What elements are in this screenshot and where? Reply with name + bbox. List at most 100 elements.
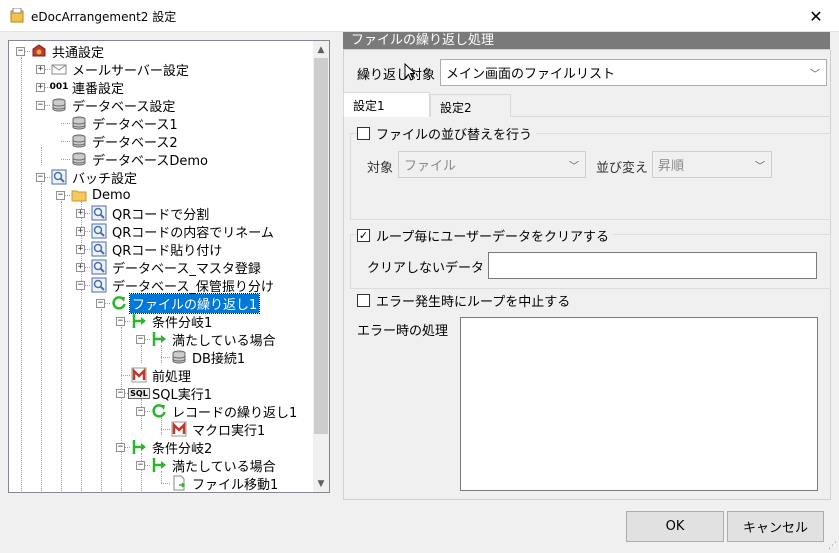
- tree-guide-line: [61, 123, 70, 124]
- tree-guide-line: [21, 57, 22, 492]
- close-button[interactable]: ✕: [793, 0, 839, 32]
- tree-node-label: データベースDemo: [92, 153, 208, 169]
- expand-icon[interactable]: +: [36, 83, 45, 92]
- tree-node[interactable]: 前処理: [131, 366, 193, 385]
- error-checkbox-row[interactable]: エラー発生時にループを中止する: [357, 291, 575, 310]
- tree-node-label: 連番設定: [72, 81, 125, 97]
- sort-target-select[interactable]: ファイル ﹀: [398, 151, 586, 178]
- clear-checkbox[interactable]: ✓: [357, 229, 370, 242]
- collapse-icon[interactable]: −: [76, 281, 85, 290]
- collapse-icon[interactable]: −: [16, 47, 25, 56]
- tree-scrollbar[interactable]: ▲ ▼: [313, 41, 329, 492]
- clear-checkbox-row[interactable]: ✓ ループ毎にユーザーデータをクリアする: [357, 226, 613, 245]
- tree-node[interactable]: QRコードで分割: [91, 204, 211, 223]
- branch-icon: [151, 331, 167, 347]
- error-action-textarea[interactable]: [460, 317, 818, 491]
- tree-node[interactable]: SQL SQL実行1: [128, 384, 214, 403]
- loop-icon: [111, 295, 127, 311]
- database-icon: [51, 97, 67, 113]
- tree-node[interactable]: データベース1: [71, 114, 180, 133]
- error-checkbox[interactable]: [357, 294, 370, 307]
- tree-guide-line: [141, 453, 142, 492]
- repeat-target-label: 繰り返し対象: [357, 68, 436, 83]
- tree-node[interactable]: メールサーバー設定: [51, 60, 191, 79]
- tab-settings-2[interactable]: 設定2: [430, 94, 511, 117]
- settings-tree[interactable]: − 共通設定 + メールサーバー設定 +001 連番設定 − データベース設定 データベース1 デ…: [8, 40, 330, 493]
- tree-node-label: レコードの繰り返し1: [172, 405, 298, 421]
- tab-label: 設定1: [353, 99, 385, 113]
- tree-node[interactable]: データベース2: [71, 132, 180, 151]
- sort-checkbox[interactable]: [357, 127, 370, 140]
- repeat-target-value: メイン画面のファイルリスト: [446, 67, 616, 82]
- expand-icon[interactable]: +: [76, 227, 85, 236]
- tree-node[interactable]: データベース_保管振り分け: [91, 276, 276, 295]
- tree-node[interactable]: バッチ設定: [51, 168, 139, 187]
- tree-node-label: メールサーバー設定: [72, 63, 189, 79]
- tree-node-label: 条件分岐2: [152, 441, 213, 457]
- tree-node[interactable]: 満たしている場合: [151, 456, 278, 475]
- tree-node[interactable]: 条件分岐2: [131, 438, 214, 457]
- tree-guide-line: [161, 429, 170, 430]
- tree-node[interactable]: 満たしている場合: [151, 330, 278, 349]
- collapse-icon[interactable]: −: [36, 173, 45, 182]
- chevron-down-icon: ﹀: [755, 161, 765, 172]
- tree-node[interactable]: QRコードの内容でリネーム: [91, 222, 276, 241]
- collapse-icon[interactable]: −: [96, 299, 105, 308]
- cancel-button[interactable]: キャンセル: [727, 511, 824, 542]
- collapse-icon[interactable]: −: [136, 461, 145, 470]
- tree-guide-line: [61, 141, 70, 142]
- tree-node-label: データベース_保管振り分け: [112, 279, 274, 295]
- tree-node[interactable]: 001 連番設定: [50, 78, 126, 97]
- collapse-icon[interactable]: −: [116, 317, 125, 326]
- macro-icon: [131, 367, 147, 383]
- error-action-label: エラー時の処理: [357, 324, 449, 339]
- tree-node[interactable]: QRコード貼り付け: [91, 240, 224, 259]
- scroll-thumb[interactable]: [314, 58, 328, 434]
- collapse-icon[interactable]: −: [56, 191, 65, 200]
- cancel-button-label: キャンセル: [742, 521, 808, 536]
- chevron-down-icon: ﹀: [569, 161, 579, 172]
- scroll-down-icon[interactable]: ▼: [313, 475, 329, 492]
- expand-icon[interactable]: +: [76, 209, 85, 218]
- tree-node[interactable]: データベース設定: [51, 96, 177, 115]
- sql-icon: SQL: [128, 387, 150, 399]
- sort-order-select[interactable]: 昇順 ﹀: [652, 151, 772, 178]
- ok-button[interactable]: OK: [626, 511, 724, 542]
- collapse-icon[interactable]: −: [136, 335, 145, 344]
- collapse-icon[interactable]: −: [116, 389, 125, 398]
- keep-data-label: クリアしないデータ: [367, 261, 485, 276]
- tree-node[interactable]: DB接続1: [171, 348, 247, 367]
- scroll-up-icon[interactable]: ▲: [313, 41, 329, 58]
- window-title: eDocArrangement2 設定: [31, 10, 177, 24]
- tree-guide-line: [61, 201, 62, 492]
- collapse-icon[interactable]: −: [36, 101, 45, 110]
- tree-guide-line: [161, 357, 170, 358]
- tree-guide-line: [101, 309, 102, 492]
- expand-icon[interactable]: +: [76, 245, 85, 254]
- tree-guide-line: [121, 327, 122, 492]
- tree-node[interactable]: データベース_マスタ登録: [91, 258, 263, 277]
- tree-node[interactable]: データベースDemo: [71, 150, 210, 169]
- tree-node-label: DB接続1: [192, 351, 246, 367]
- database-icon: [171, 349, 187, 365]
- collapse-icon[interactable]: −: [136, 407, 145, 416]
- tree-node-label: データベース設定: [72, 99, 176, 115]
- tree-node[interactable]: レコードの繰り返し1: [151, 402, 299, 421]
- tree-node[interactable]: ファイル移動1: [171, 474, 280, 492]
- resize-grip-icon[interactable]: ⋰: [828, 541, 837, 551]
- repeat-target-select[interactable]: メイン画面のファイルリスト ﹀: [440, 59, 827, 86]
- expand-icon[interactable]: +: [36, 65, 45, 74]
- tree-node[interactable]: Demo: [71, 186, 133, 204]
- tab-label: 設定2: [440, 101, 472, 115]
- tab-settings-1[interactable]: 設定1: [343, 92, 430, 117]
- tree-node[interactable]: マクロ実行1: [171, 420, 267, 439]
- tree-node[interactable]: 共通設定: [31, 42, 106, 61]
- tree-node[interactable]: 条件分岐1: [131, 312, 214, 331]
- expand-icon[interactable]: +: [76, 263, 85, 272]
- keep-data-input[interactable]: [488, 252, 817, 279]
- collapse-icon[interactable]: −: [116, 443, 125, 452]
- sort-checkbox-row[interactable]: ファイルの並び替えを行う: [357, 124, 537, 143]
- tree-node-label: データベース_マスタ登録: [112, 261, 261, 277]
- tree-node-label: QRコードの内容でリネーム: [112, 225, 274, 241]
- tree-node[interactable]: ファイルの繰り返し1: [111, 292, 261, 314]
